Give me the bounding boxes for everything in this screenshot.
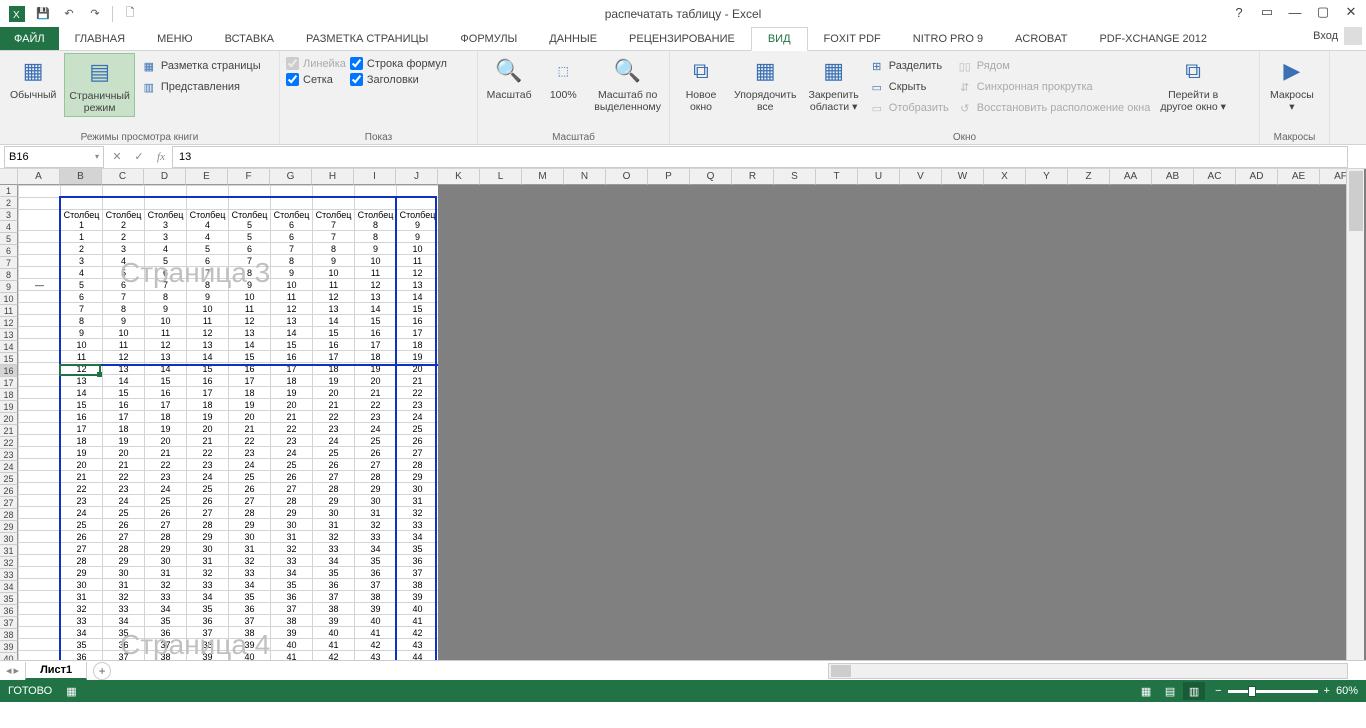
row-headers[interactable]: 1234567891011121314151617181920212223242… bbox=[0, 185, 18, 660]
tab-pdf-xchange 2012[interactable]: PDF-XChange 2012 bbox=[1083, 27, 1223, 50]
switch-window-button[interactable]: ⧉Перейти в другое окно ▾ bbox=[1156, 53, 1230, 115]
normal-view-button[interactable]: ▦Обычный bbox=[6, 53, 60, 103]
formula-bar: B16 ✕ ✓ fx 13 bbox=[0, 145, 1366, 169]
page-layout-button[interactable]: ▦Разметка страницы bbox=[139, 57, 263, 75]
save-icon[interactable]: 💾 bbox=[32, 3, 54, 25]
title-bar: X 💾 ↶ ↷ 🗋 распечатать таблицу - Excel ? … bbox=[0, 0, 1366, 27]
pagebreak-view-button[interactable]: ▤Страничный режим bbox=[64, 53, 134, 117]
avatar-icon bbox=[1344, 27, 1362, 45]
zoom-in-button[interactable]: + bbox=[1324, 685, 1330, 697]
tab-nitro pro 9[interactable]: NITRO PRO 9 bbox=[897, 27, 999, 50]
formula-input[interactable]: 13 bbox=[172, 146, 1348, 168]
fx-icon[interactable]: fx bbox=[150, 146, 172, 168]
help-icon[interactable]: ? bbox=[1226, 0, 1252, 24]
login-area[interactable]: Вход bbox=[1313, 27, 1362, 45]
split-button[interactable]: ⊞Разделить bbox=[867, 57, 951, 75]
zoom-slider[interactable] bbox=[1228, 690, 1318, 693]
reset-position-button: ↺Восстановить расположение окна bbox=[955, 99, 1153, 117]
tab-foxit pdf[interactable]: Foxit PDF bbox=[808, 27, 897, 50]
minimize-icon[interactable]: — bbox=[1282, 0, 1308, 24]
worksheet-area: ABCDEFGHIJKLMNOPQRSTUVWXYZAAABACADAEAF 1… bbox=[0, 169, 1366, 660]
formulabar-checkbox[interactable]: Строка формул bbox=[350, 57, 447, 70]
name-box[interactable]: B16 bbox=[4, 146, 104, 168]
maximize-icon[interactable]: ▢ bbox=[1310, 0, 1336, 24]
cells-grid[interactable]: Столбец 1Столбец 2Столбец 3Столбец 4Стол… bbox=[18, 185, 439, 660]
headings-checkbox[interactable]: Заголовки bbox=[350, 73, 447, 86]
enter-icon[interactable]: ✓ bbox=[128, 146, 150, 168]
ribbon: ▦Обычный ▤Страничный режим ▦Разметка стр… bbox=[0, 51, 1366, 145]
sheet-tabs-bar: ◂▸ Лист1 + bbox=[0, 660, 1366, 680]
zoom-button[interactable]: 🔍Масштаб bbox=[484, 53, 534, 103]
svg-text:X: X bbox=[13, 10, 20, 21]
tab-вид[interactable]: ВИД bbox=[751, 27, 808, 51]
status-text: ГОТОВО bbox=[8, 685, 52, 697]
add-sheet-button[interactable]: + bbox=[93, 662, 111, 680]
new-window-button[interactable]: ⧉Новое окно bbox=[676, 53, 726, 115]
login-label: Вход bbox=[1313, 30, 1338, 42]
tab-file[interactable]: ФАЙЛ bbox=[0, 27, 59, 50]
macro-record-icon[interactable]: ▦ bbox=[66, 685, 76, 698]
horizontal-scrollbar[interactable] bbox=[828, 663, 1348, 679]
undo-icon[interactable]: ↶ bbox=[58, 3, 80, 25]
tab-вставка[interactable]: ВСТАВКА bbox=[209, 27, 290, 50]
zoom-selection-button[interactable]: 🔍Масштаб по выделенному bbox=[592, 53, 663, 115]
group-zoom-label: Масштаб bbox=[478, 132, 669, 143]
macros-button[interactable]: ▶Макросы▾ bbox=[1266, 53, 1318, 115]
normal-view-icon[interactable]: ▦ bbox=[1135, 682, 1157, 700]
pagebreak-view-icon[interactable]: ▥ bbox=[1183, 682, 1205, 700]
group-macros-label: Макросы bbox=[1260, 132, 1329, 143]
tab-меню[interactable]: Меню bbox=[141, 27, 209, 50]
sheet-tab[interactable]: Лист1 bbox=[25, 662, 87, 680]
tab-формулы[interactable]: ФОРМУЛЫ bbox=[444, 27, 533, 50]
freeze-panes-button[interactable]: ▦Закрепить области ▾ bbox=[804, 53, 862, 115]
side-by-side-button: ▯▯Рядом bbox=[955, 57, 1153, 75]
hide-button[interactable]: ▭Скрыть bbox=[867, 78, 951, 96]
excel-icon[interactable]: X bbox=[6, 3, 28, 25]
ruler-checkbox: Линейка bbox=[286, 57, 346, 70]
group-show-label: Показ bbox=[280, 132, 477, 143]
new-doc-icon[interactable]: 🗋 bbox=[119, 3, 141, 25]
ribbon-tabs: ФАЙЛ ГЛАВНАЯМенюВСТАВКАРАЗМЕТКА СТРАНИЦЫ… bbox=[0, 27, 1366, 51]
status-bar: ГОТОВО ▦ ▦ ▤ ▥ − + 60% bbox=[0, 680, 1366, 702]
tab-главная[interactable]: ГЛАВНАЯ bbox=[59, 27, 141, 50]
tab-данные[interactable]: ДАННЫЕ bbox=[533, 27, 613, 50]
unhide-button: ▭Отобразить bbox=[867, 99, 951, 117]
vertical-scrollbar[interactable] bbox=[1346, 169, 1364, 660]
quick-access-toolbar: X 💾 ↶ ↷ 🗋 bbox=[0, 3, 141, 25]
sheet-nav[interactable]: ◂▸ bbox=[0, 664, 25, 677]
arrange-all-button[interactable]: ▦Упорядочить все bbox=[730, 53, 800, 115]
ribbon-options-icon[interactable]: ▭ bbox=[1254, 0, 1280, 24]
pagelayout-view-icon[interactable]: ▤ bbox=[1159, 682, 1181, 700]
zoom-level[interactable]: 60% bbox=[1336, 685, 1358, 697]
group-window-label: Окно bbox=[670, 132, 1259, 143]
redo-icon[interactable]: ↷ bbox=[84, 3, 106, 25]
gridlines-checkbox[interactable]: Сетка bbox=[286, 73, 346, 86]
zoom-out-button[interactable]: − bbox=[1215, 685, 1221, 697]
custom-views-button[interactable]: ▥Представления bbox=[139, 78, 263, 96]
tab-рецензирование[interactable]: РЕЦЕНЗИРОВАНИЕ bbox=[613, 27, 751, 50]
tab-acrobat[interactable]: ACROBAT bbox=[999, 27, 1083, 50]
sync-scroll-button: ⇵Синхронная прокрутка bbox=[955, 78, 1153, 96]
close-icon[interactable]: ✕ bbox=[1338, 0, 1364, 24]
group-views-label: Режимы просмотра книги bbox=[0, 132, 279, 143]
zoom-100-button[interactable]: ⬚100% bbox=[538, 53, 588, 103]
column-headers[interactable]: ABCDEFGHIJKLMNOPQRSTUVWXYZAAABACADAEAF bbox=[0, 169, 1346, 185]
window-title: распечатать таблицу - Excel bbox=[605, 7, 762, 21]
tab-разметка страницы[interactable]: РАЗМЕТКА СТРАНИЦЫ bbox=[290, 27, 444, 50]
cancel-icon[interactable]: ✕ bbox=[106, 146, 128, 168]
